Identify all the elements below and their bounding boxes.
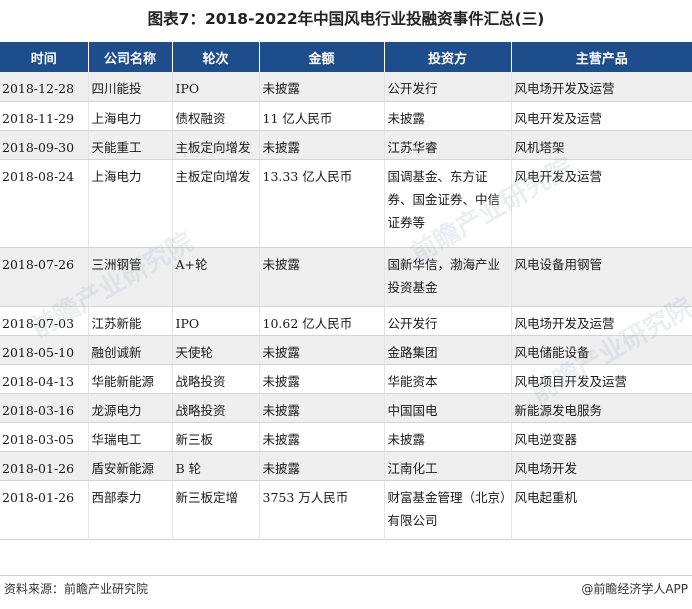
table-cell: 11 亿人民币 [258,101,384,131]
table-cell: 战略投资 [171,393,259,423]
column-header: 轮次 [171,42,259,72]
table-cell: 主板定向增发 [171,130,259,160]
table-cell: IPO [171,72,259,102]
table-cell: 3753 万人民币 [258,480,384,540]
table-cell: 新三板定增 [171,480,259,540]
table-cell: 债权融资 [171,101,259,131]
table-cell: 上海电力 [87,101,172,131]
table-row: 2018-11-29 上海电力 债权融资 11 亿人民币 未披露 风电开发及运营 [0,101,692,131]
table-cell: 风电开发及运营 [510,101,692,131]
table-cell: 风电场开发及运营 [510,72,692,102]
table-cell: 2018-07-03 [0,306,88,336]
table-cell: 未披露 [258,335,384,365]
table-cell: 风电逆变器 [510,422,692,452]
table-body: 2018-12-28 四川能投 IPO 未披露 公开发行 风电场开发及运营 2018-11-… [0,72,692,540]
table-cell: 未披露 [258,130,384,160]
table-cell: 主板定向增发 [171,159,259,248]
table-cell: 风电起重机 [510,480,692,540]
table-cell: 2018-09-30 [0,130,88,160]
table-cell: 金路集团 [383,335,511,365]
table-cell: 新三板 [171,422,259,452]
table-row: 2018-07-03 江苏新能 IPO 10.62 亿人民币 公开发行 风电场开发及运营 [0,306,692,336]
table-row: 2018-05-10 融创诚新 天使轮 未披露 金路集团 风电储能设备 [0,335,692,365]
table-cell: IPO [171,306,259,336]
table-cell: 风电场开发及运营 [510,306,692,336]
source-note: 资料来源：前瞻产业研究院 [4,582,149,596]
table-cell: 国调基金、东方证券、国金证券、中信证券等 [383,159,511,248]
table-row: 2018-08-24 上海电力 主板定向增发 13.33 亿人民币 国调基金、东方证券、… [0,159,692,248]
table-cell: 2018-03-16 [0,393,88,423]
table-cell: 中国国电 [383,393,511,423]
column-header: 主营产品 [510,42,692,72]
table-cell: 2018-03-05 [0,422,88,452]
table-cell: 未披露 [383,422,511,452]
table-cell: 2018-01-26 [0,480,88,540]
table-cell: 未披露 [258,422,384,452]
table-cell: 国新华信，渤海产业投资基金 [383,247,511,307]
table-row: 2018-03-16 龙源电力 战略投资 未披露 中国国电 新能源发电服务 [0,393,692,423]
table-cell: 未披露 [383,101,511,131]
column-header: 时间 [0,42,88,72]
table-cell: 华能资本 [383,364,511,394]
table-row: 2018-09-30 天能重工 主板定向增发 未披露 江苏华睿 风机塔架 [0,130,692,160]
table-cell: 未披露 [258,72,384,102]
table-cell: B 轮 [171,451,259,481]
column-header: 金额 [258,42,384,72]
table-cell: 江苏新能 [87,306,172,336]
table-cell: 2018-01-26 [0,451,88,481]
table-cell: 2018-04-13 [0,364,88,394]
table-header-row: 时间 公司名称 轮次 金额 投资方 主营产品 [0,42,692,72]
table-cell: 2018-05-10 [0,335,88,365]
table-cell: 未披露 [258,393,384,423]
table-row: 2018-01-26 西部泰力 新三板定增 3753 万人民币 财富基金管理（北京）有限… [0,480,692,540]
table-row: 2018-04-13 华能新能源 战略投资 未披露 华能资本 风电项目开发及运营 [0,364,692,394]
table-cell: 风电开发及运营 [510,159,692,248]
table-cell: 四川能投 [87,72,172,102]
table-cell: 江南化工 [383,451,511,481]
investment-events-table: 时间 公司名称 轮次 金额 投资方 主营产品 2018-12-28 四川能投 IPO 未披露 公开… [0,42,692,540]
table-cell: 天使轮 [171,335,259,365]
figure-title: 图表7：2018-2022年中国风电行业投融资事件汇总(三) [147,10,545,28]
table-cell: 风电设备用钢管 [510,247,692,307]
table-cell: A+轮 [171,247,259,307]
table-cell: 天能重工 [87,130,172,160]
table-cell: 公开发行 [383,306,511,336]
table-row: 2018-01-26 盾安新能源 B 轮未披露 江南化工 风电场开发 [0,451,692,481]
table-cell: 2018-11-29 [0,101,88,131]
table-cell: 2018-08-24 [0,159,88,248]
table-cell: 2018-07-26 [0,247,88,307]
table-cell: 财富基金管理（北京）有限公司 [383,480,511,540]
table-cell: 未披露 [258,247,384,307]
table-cell: 新能源发电服务 [510,393,692,423]
table-cell: 13.33 亿人民币 [258,159,384,248]
table-cell: 风电项目开发及运营 [510,364,692,394]
footer: 资料来源：前瞻产业研究院 @前瞻经济学人APP [0,575,692,609]
table-cell: 战略投资 [171,364,259,394]
table-row: 2018-12-28 四川能投 IPO 未披露 公开发行 风电场开发及运营 [0,72,692,102]
table-cell: 华能新能源 [87,364,172,394]
table-cell: 风电场开发 [510,451,692,481]
table-cell: 江苏华睿 [383,130,511,160]
table-cell: 未披露 [258,451,384,481]
table-cell: 融创诚新 [87,335,172,365]
column-header: 投资方 [383,42,511,72]
table-cell: 2018-12-28 [0,72,88,102]
table-cell: 西部泰力 [87,480,172,540]
table-cell: 未披露 [258,364,384,394]
table-cell: 龙源电力 [87,393,172,423]
table-cell: 10.62 亿人民币 [258,306,384,336]
table-cell: 风机塔架 [510,130,692,160]
table-row: 2018-07-26 三洲钢管 A+轮 未披露 国新华信，渤海产业投资基金 风电设备用钢管 [0,247,692,307]
table-cell: 公开发行 [383,72,511,102]
table-cell: 风电储能设备 [510,335,692,365]
table-row: 2018-03-05 华瑞电工 新三板 未披露 未披露 风电逆变器 [0,422,692,452]
table-cell: 华瑞电工 [87,422,172,452]
table-cell: 盾安新能源 [87,451,172,481]
table-cell: 三洲钢管 [87,247,172,307]
brand-credit: @前瞻经济学人APP [581,582,688,596]
table-cell: 上海电力 [87,159,172,248]
column-header: 公司名称 [87,42,172,72]
